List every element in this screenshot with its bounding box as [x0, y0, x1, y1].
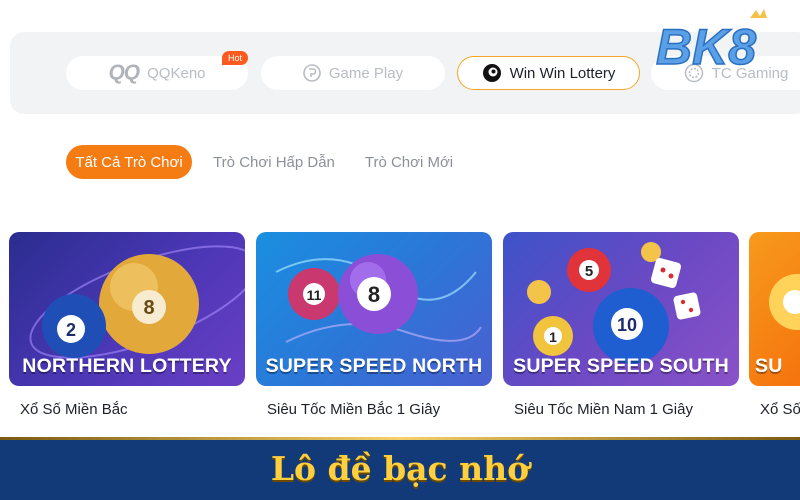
hot-badge: Hot — [222, 51, 249, 65]
game-name[interactable]: Xổ Số Miền Bắc — [20, 401, 128, 418]
card-banner-title: SU — [755, 355, 783, 377]
tab-new-games[interactable]: Trò Chơi Mới — [358, 145, 460, 179]
game-name[interactable]: Siêu Tốc Miền Nam 1 Giây — [514, 401, 693, 418]
provider-qqkeno[interactable]: QQ QQKeno — [66, 56, 248, 90]
game-card-partial[interactable]: SU — [749, 232, 800, 386]
footer-banner: Lô đề bạc nhớ — [0, 437, 800, 500]
provider-game-play[interactable]: Game Play — [261, 56, 445, 90]
winwin-icon — [482, 64, 501, 82]
game-card-super-speed-north[interactable]: 11 8 SUPER SPEED NORTH — [256, 232, 492, 386]
logo-text: BK8 — [656, 19, 756, 72]
card-banner-title: SUPER SPEED SOUTH — [513, 355, 729, 377]
card-banner-title: SUPER SPEED NORTH — [265, 355, 483, 377]
game-name[interactable]: Xổ Số — [760, 401, 800, 418]
gameplay-icon — [303, 64, 321, 82]
qq-logo-icon: QQ — [108, 61, 140, 84]
ball-number: 10 — [617, 315, 637, 335]
page: QQ QQKeno Hot Game Play Win Win Lottery … — [0, 0, 800, 500]
provider-label: Game Play — [328, 64, 404, 82]
ball-number: 8 — [368, 282, 380, 307]
tab-hot-games[interactable]: Trò Chơi Hấp Dẫn — [205, 145, 343, 179]
ball-number: 1 — [549, 329, 557, 345]
banner-divider — [0, 437, 800, 440]
ball-number: 2 — [66, 320, 76, 340]
provider-win-win-lottery[interactable]: Win Win Lottery — [457, 56, 640, 90]
game-name[interactable]: Siêu Tốc Miền Bắc 1 Giây — [267, 401, 440, 418]
provider-label: Win Win Lottery — [509, 64, 616, 82]
banner-title: Lô đề bạc nhớ — [270, 449, 530, 488]
card-banner-title: NORTHERN LOTTERY — [22, 355, 232, 377]
game-card-super-speed-south[interactable]: 5 1 10 SUPER SPEED SOUTH — [503, 232, 739, 386]
ball-number: 5 — [585, 263, 593, 280]
ball-number: 8 — [143, 297, 154, 319]
tab-all-games[interactable]: Tất Cả Trò Chơi — [66, 145, 192, 179]
bk8-logo: BK8 — [655, 9, 767, 72]
ball-number: 11 — [307, 287, 322, 303]
provider-label: QQKeno — [147, 64, 206, 82]
game-card-northern-lottery[interactable]: 8 2 NORTHERN LOTTERY — [9, 232, 245, 386]
